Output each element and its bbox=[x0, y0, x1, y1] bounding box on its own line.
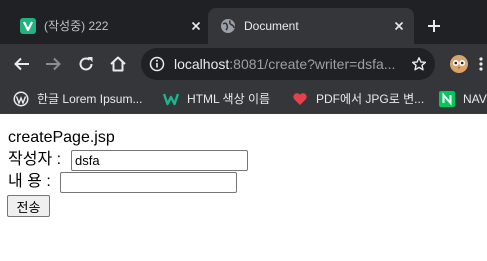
info-icon[interactable] bbox=[149, 56, 165, 72]
content-input[interactable] bbox=[60, 172, 237, 193]
url-text: localhost:8081/create?writer=dsfa... bbox=[174, 56, 404, 72]
close-icon[interactable] bbox=[391, 18, 407, 34]
tab-document[interactable]: Document bbox=[208, 8, 414, 44]
page-title: createPage.jsp bbox=[8, 129, 115, 146]
bookmarks-bar: 한글 Lorem Ipsum... HTML 색상 이름 PDF에서 JPG로 … bbox=[0, 84, 487, 114]
bookmark-star-icon[interactable] bbox=[411, 56, 427, 72]
globe-icon bbox=[220, 18, 236, 34]
w-logo-icon bbox=[163, 91, 179, 107]
bookmark-label: NAV bbox=[463, 92, 487, 106]
bookmark-label: HTML 색상 이름 bbox=[187, 92, 271, 106]
back-arrow-icon[interactable] bbox=[12, 54, 32, 74]
menu-icon[interactable] bbox=[476, 54, 486, 74]
tab-writing[interactable]: (작성중) 222 bbox=[8, 8, 210, 44]
close-icon[interactable] bbox=[188, 18, 204, 34]
submit-button[interactable]: 전송 bbox=[7, 195, 50, 217]
naver-icon bbox=[439, 91, 455, 107]
wordpress-icon bbox=[13, 91, 29, 107]
reload-icon[interactable] bbox=[76, 54, 96, 74]
forward-arrow-icon[interactable] bbox=[43, 54, 63, 74]
writer-label: 작성자 : bbox=[8, 151, 62, 168]
url-host: localhost bbox=[174, 56, 230, 72]
writer-input[interactable] bbox=[71, 150, 248, 171]
tab-title: Document bbox=[244, 19, 299, 33]
bookmark-label: PDF에서 JPG로 변... bbox=[316, 92, 425, 106]
tab-title: (작성중) 222 bbox=[44, 19, 109, 33]
bookmark-label: 한글 Lorem Ipsum... bbox=[37, 92, 143, 106]
toolbar: localhost:8081/create?writer=dsfa... bbox=[0, 44, 487, 84]
address-bar[interactable]: localhost:8081/create?writer=dsfa... bbox=[141, 48, 435, 80]
url-path: :8081/create?writer=dsfa... bbox=[229, 56, 396, 72]
page-content: createPage.jsp 작성자 : 내 용 : 전송 bbox=[0, 114, 487, 261]
content-label: 내 용 : bbox=[8, 173, 51, 190]
v-badge-icon bbox=[20, 18, 36, 34]
home-icon[interactable] bbox=[108, 54, 128, 74]
extension-owl-icon[interactable] bbox=[449, 54, 469, 74]
tab-strip: (작성중) 222 Document bbox=[0, 0, 487, 44]
heart-icon bbox=[292, 91, 308, 107]
new-tab-plus-icon[interactable] bbox=[424, 16, 444, 36]
